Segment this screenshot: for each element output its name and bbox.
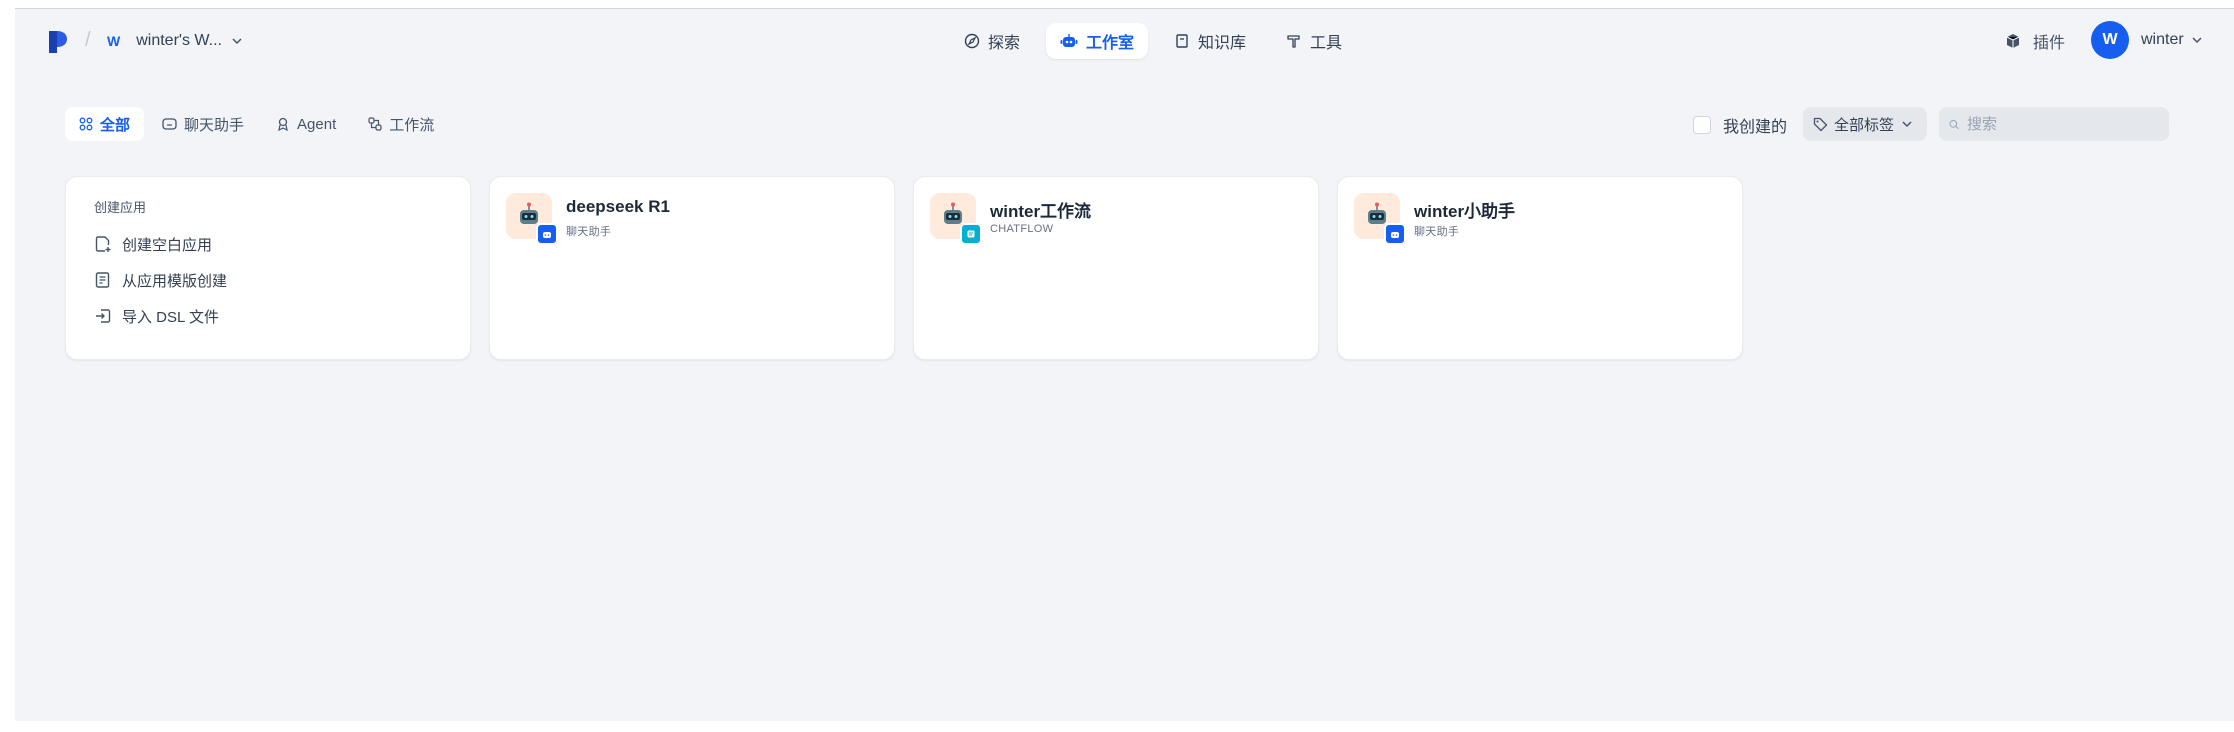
search-input[interactable]: [1965, 114, 2159, 134]
chevron-down-icon: [1902, 121, 1912, 128]
tab-agent[interactable]: Agent: [262, 107, 350, 141]
workspace-name: winter's W...: [136, 32, 222, 49]
tag-filter-select[interactable]: 全部标签: [1803, 107, 1927, 141]
tab-workflow[interactable]: 工作流: [354, 107, 448, 141]
create-from-template-label: 从应用模版创建: [122, 272, 228, 290]
app-card[interactable]: winter工作流 CHATFLOW: [913, 176, 1319, 360]
plugins-label: 插件: [2033, 35, 2066, 52]
create-app-card: 创建应用 创建空白应用 从应用模版创建 导入 DSL 文件: [65, 176, 471, 360]
app-type: CHATFLOW: [990, 223, 1054, 235]
cube-icon: [2006, 34, 2020, 48]
chevron-down-icon: [232, 38, 242, 45]
user-menu[interactable]: W winter: [2091, 21, 2202, 59]
import-dsl-button[interactable]: 导入 DSL 文件: [94, 298, 442, 334]
chatflow-badge-icon: [960, 223, 982, 245]
chat-bubble-icon: [162, 118, 177, 130]
created-by-me-filter[interactable]: 我创建的: [1693, 113, 1787, 137]
chat-badge-icon: [536, 223, 558, 245]
nav-knowledge[interactable]: 知识库: [1160, 23, 1260, 59]
tag-icon: [1813, 117, 1828, 131]
robot-icon: [1060, 34, 1078, 47]
create-blank-app-label: 创建空白应用: [122, 236, 213, 254]
created-by-me-checkbox[interactable]: [1693, 116, 1711, 134]
tag-filter-label: 全部标签: [1834, 116, 1895, 134]
workflow-icon: [368, 117, 382, 131]
app-window: / W winter's W... 探索 工作室 知识库 工具 插件 W win…: [15, 8, 2234, 721]
hammer-icon: [1287, 35, 1300, 48]
import-dsl-label: 导入 DSL 文件: [122, 308, 219, 326]
user-name: winter: [2141, 31, 2184, 48]
created-by-me-label: 我创建的: [1723, 119, 1788, 136]
search-icon: [1949, 119, 1959, 129]
create-app-title: 创建应用: [94, 200, 147, 215]
nav-tools-label: 工具: [1310, 35, 1343, 52]
nav-explore-label: 探索: [988, 35, 1021, 52]
nav-studio[interactable]: 工作室: [1046, 23, 1149, 59]
tab-chat[interactable]: 聊天助手: [148, 107, 258, 141]
create-from-template-button[interactable]: 从应用模版创建: [94, 262, 442, 298]
app-logo-icon[interactable]: [47, 29, 69, 55]
app-name: winter小助手: [1414, 202, 1516, 221]
tab-agent-label: Agent: [297, 115, 337, 133]
template-icon: [95, 272, 110, 288]
agent-icon: [278, 117, 288, 131]
app-type: 聊天助手: [1414, 226, 1460, 238]
tab-workflow-label: 工作流: [389, 116, 435, 134]
tab-all-label: 全部: [100, 116, 131, 134]
app-type: 聊天助手: [566, 226, 612, 238]
file-plus-icon: [95, 236, 111, 252]
workspace-badge: W: [107, 33, 121, 49]
app-name: winter工作流: [990, 202, 1092, 221]
app-card[interactable]: deepseek R1 聊天助手: [489, 176, 895, 360]
chevron-down-icon: [2192, 37, 2202, 44]
book-icon: [1176, 34, 1188, 48]
avatar: W: [2091, 21, 2129, 59]
main-nav: 探索 工作室 知识库 工具: [950, 23, 1356, 59]
nav-studio-label: 工作室: [1086, 35, 1135, 52]
nav-knowledge-label: 知识库: [1198, 35, 1247, 52]
workspace-switcher[interactable]: W winter's W...: [107, 27, 242, 55]
tab-all[interactable]: 全部: [65, 107, 145, 141]
app-card[interactable]: winter小助手 聊天助手: [1337, 176, 1743, 360]
top-bar: / W winter's W... 探索 工作室 知识库 工具 插件 W win…: [15, 9, 2234, 73]
tab-chat-label: 聊天助手: [184, 116, 245, 134]
app-name: deepseek R1: [566, 197, 670, 216]
compass-icon: [964, 33, 980, 49]
app-type-tabs: 全部 聊天助手 Agent 工作流: [65, 107, 448, 141]
create-blank-app-button[interactable]: 创建空白应用: [94, 226, 442, 262]
nav-explore[interactable]: 探索: [950, 23, 1034, 59]
chat-badge-icon: [1384, 223, 1406, 245]
import-icon: [96, 309, 111, 323]
search-box[interactable]: [1939, 107, 2169, 141]
nav-tools[interactable]: 工具: [1272, 23, 1356, 59]
grid-icon: [79, 117, 93, 131]
plugins-button[interactable]: 插件: [2005, 29, 2065, 53]
breadcrumb-separator: /: [85, 29, 91, 51]
